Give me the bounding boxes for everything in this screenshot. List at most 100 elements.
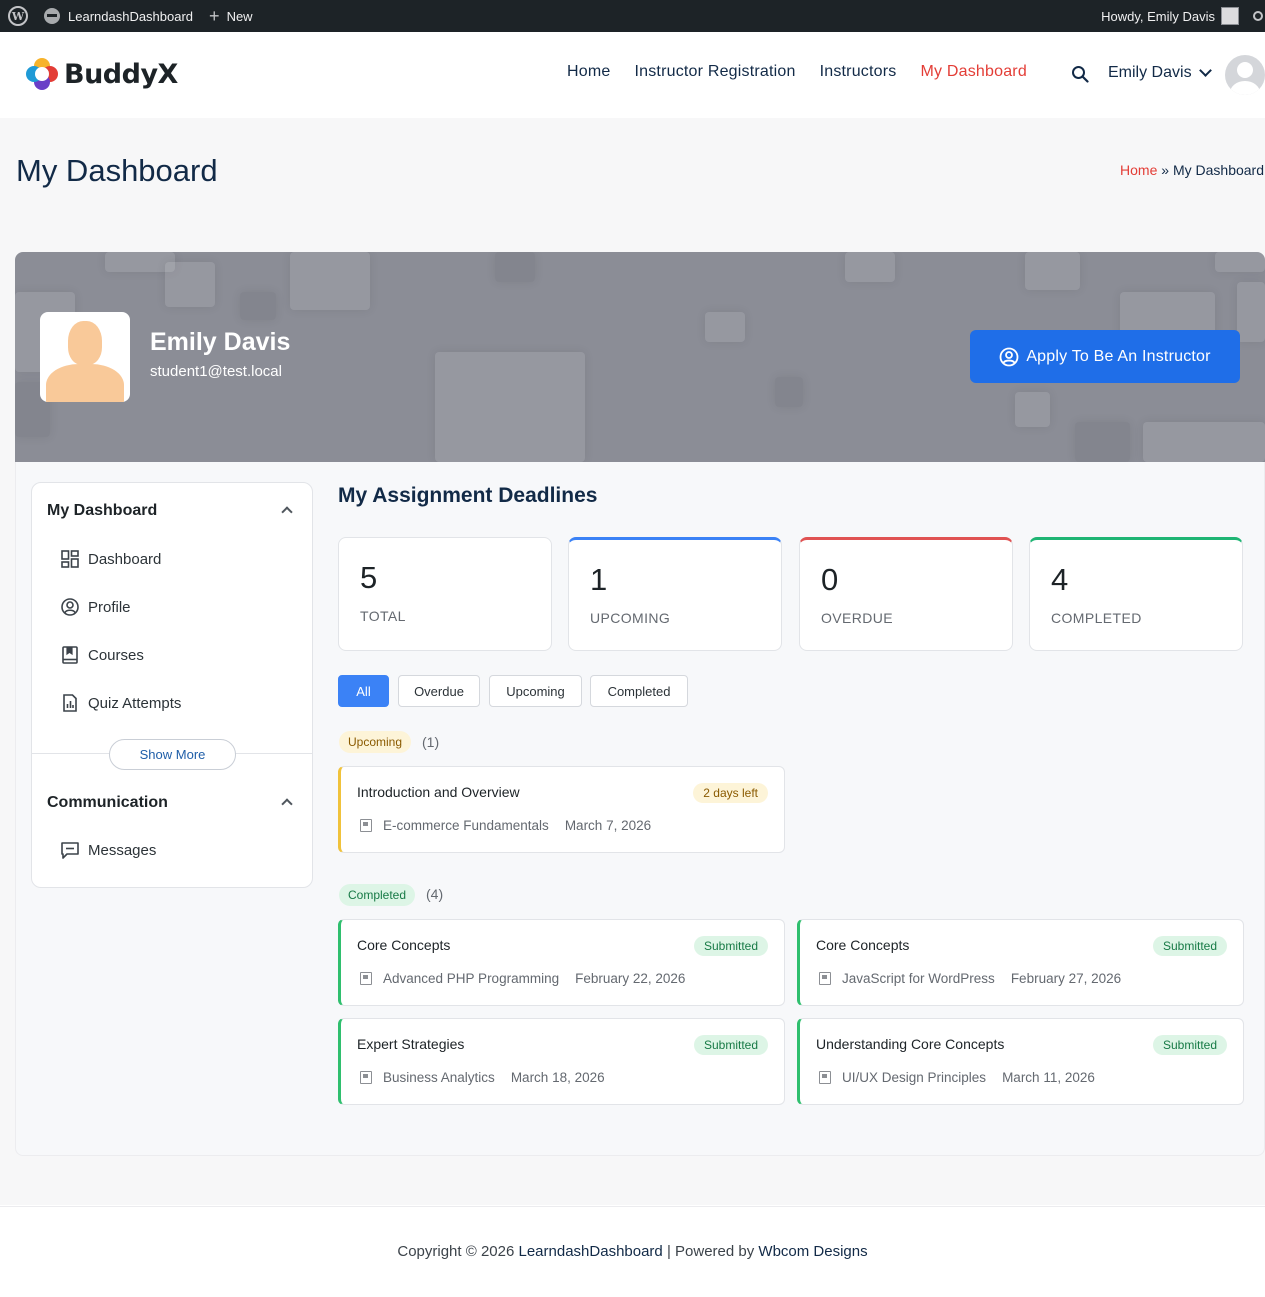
site-logo[interactable]: BuddyX (26, 58, 178, 90)
filter-upcoming[interactable]: Upcoming (489, 675, 582, 707)
site-header: BuddyX Home Instructor Registration Inst… (0, 32, 1265, 118)
assignment-date: March 18, 2026 (510, 1070, 605, 1085)
user-avatar[interactable] (1225, 55, 1265, 95)
nav-home[interactable]: Home (567, 63, 610, 81)
assignment-card[interactable]: Core Concepts Submitted JavaScript for W… (797, 919, 1244, 1006)
nav-my-dashboard[interactable]: My Dashboard (920, 63, 1026, 81)
stat-value: 5 (360, 560, 378, 595)
assignment-title[interactable]: Introduction and Overview (357, 784, 520, 800)
search-icon[interactable] (1071, 65, 1089, 83)
course-book-icon (360, 1071, 372, 1084)
course-book-icon (819, 1071, 831, 1084)
assignment-title[interactable]: Core Concepts (816, 937, 909, 953)
assignment-title[interactable]: Expert Strategies (357, 1036, 464, 1052)
sidebar-item-label: Messages (88, 841, 157, 859)
sidebar-section-communication[interactable]: Communication (47, 794, 168, 812)
profile-name: Emily Davis (150, 328, 291, 356)
assignment-course: UI/UX Design Principles (842, 1070, 987, 1085)
assignment-meta: E-commerce Fundamentals March 7, 2026 (360, 818, 651, 833)
breadcrumb-current: My Dashboard (1172, 162, 1264, 178)
message-icon (61, 842, 79, 859)
sidebar-item-courses[interactable]: Courses (60, 645, 144, 665)
assignment-course: Advanced PHP Programming (383, 971, 560, 986)
course-book-icon (360, 819, 372, 832)
stat-total: 5 TOTAL (338, 537, 552, 651)
breadcrumb: Home » My Dashboard (1120, 162, 1264, 178)
assignment-date: March 11, 2026 (1002, 1070, 1095, 1085)
stat-label: OVERDUE (821, 610, 894, 626)
sidebar-item-label: Dashboard (88, 550, 162, 568)
assignment-title[interactable]: Understanding Core Concepts (816, 1036, 1004, 1052)
new-label: New (226, 8, 253, 24)
sidebar-item-label: Quiz Attempts (88, 694, 182, 712)
assignment-title[interactable]: Core Concepts (357, 937, 450, 953)
copyright-powered: | Powered by (666, 1243, 755, 1260)
site-name-label: LearndashDashboard (68, 8, 194, 24)
stat-upcoming: 1 UPCOMING (568, 537, 782, 651)
stat-value: 1 (590, 562, 608, 597)
dashboard-sidebar: My Dashboard Dashboard Profile Courses Q… (31, 482, 313, 888)
breadcrumb-separator: » (1161, 162, 1170, 178)
plus-icon: + (209, 6, 220, 26)
profile-email: student1@test.local (150, 363, 282, 380)
assignment-meta: JavaScript for WordPress February 27, 20… (819, 971, 1121, 986)
admin-avatar[interactable] (1221, 7, 1239, 25)
wordpress-logo-icon: W (8, 6, 28, 26)
assignment-meta: Advanced PHP Programming February 22, 20… (360, 971, 685, 986)
stat-label: COMPLETED (1051, 610, 1142, 626)
sidebar-section-my-dashboard[interactable]: My Dashboard (47, 502, 157, 520)
assignment-date: March 7, 2026 (564, 818, 652, 833)
admin-search-icon[interactable] (1253, 11, 1263, 21)
site-name-link[interactable]: LearndashDashboard (36, 0, 201, 32)
chevron-up-icon[interactable] (281, 506, 293, 518)
group-badge-upcoming: Upcoming (339, 731, 412, 753)
show-more-button[interactable]: Show More (109, 739, 236, 770)
sidebar-item-quiz-attempts[interactable]: Quiz Attempts (60, 693, 181, 713)
assignment-card[interactable]: Understanding Core Concepts Submitted UI… (797, 1018, 1244, 1105)
page-header: My Dashboard Home » My Dashboard (0, 118, 1265, 220)
new-content-link[interactable]: + New (201, 0, 261, 32)
sidebar-item-messages[interactable]: Messages (60, 840, 156, 860)
days-left-badge: 2 days left (693, 783, 768, 803)
assignment-course: JavaScript for WordPress (842, 971, 995, 986)
filter-all[interactable]: All (338, 675, 389, 707)
assignment-date: February 22, 2026 (575, 971, 686, 986)
chevron-down-icon (1198, 64, 1212, 77)
filter-overdue[interactable]: Overdue (398, 675, 480, 707)
copyright-text: Copyright © 2026 LearndashDashboard | Po… (0, 1243, 1265, 1260)
user-menu-toggle[interactable]: Emily Davis (1108, 64, 1212, 82)
sidebar-item-label: Profile (88, 598, 131, 616)
assignment-card[interactable]: Expert Strategies Submitted Business Ana… (338, 1018, 785, 1105)
footer-company-link[interactable]: Wbcom Designs (758, 1243, 867, 1260)
filter-completed[interactable]: Completed (590, 675, 688, 707)
submitted-badge: Submitted (1152, 1035, 1227, 1055)
dashboard-gauge-icon (44, 8, 60, 24)
nav-instructors[interactable]: Instructors (820, 63, 897, 81)
user-circle-icon (61, 598, 79, 616)
profile-avatar[interactable] (40, 312, 130, 402)
report-chart-icon (63, 694, 77, 712)
assignment-card[interactable]: Introduction and Overview 2 days left E-… (338, 766, 785, 853)
book-icon (62, 646, 78, 664)
page-title: My Dashboard (16, 153, 218, 188)
apply-button-label: Apply To Be An Instructor (1026, 347, 1211, 365)
submitted-badge: Submitted (1152, 936, 1227, 956)
howdy-user-link[interactable]: Howdy, Emily Davis (1101, 9, 1215, 24)
chevron-up-icon[interactable] (281, 798, 293, 810)
stat-label: TOTAL (360, 608, 406, 624)
group-badge-completed: Completed (339, 884, 416, 906)
assignment-card[interactable]: Core Concepts Submitted Advanced PHP Pro… (338, 919, 785, 1006)
stat-value: 4 (1051, 562, 1069, 597)
group-count-upcoming: (1) (422, 734, 440, 750)
footer-site-link[interactable]: LearndashDashboard (519, 1243, 663, 1260)
sidebar-item-label: Courses (88, 646, 144, 664)
nav-instructor-registration[interactable]: Instructor Registration (634, 63, 795, 81)
user-menu-name: Emily Davis (1108, 64, 1192, 81)
sidebar-item-profile[interactable]: Profile (60, 597, 131, 617)
stat-overdue: 0 OVERDUE (799, 537, 1013, 651)
sidebar-item-dashboard[interactable]: Dashboard (60, 549, 161, 569)
wordpress-menu[interactable]: W (0, 0, 36, 32)
copyright-prefix: Copyright © 2026 (397, 1243, 515, 1260)
apply-instructor-button[interactable]: Apply To Be An Instructor (970, 330, 1240, 383)
breadcrumb-home-link[interactable]: Home (1120, 162, 1157, 178)
